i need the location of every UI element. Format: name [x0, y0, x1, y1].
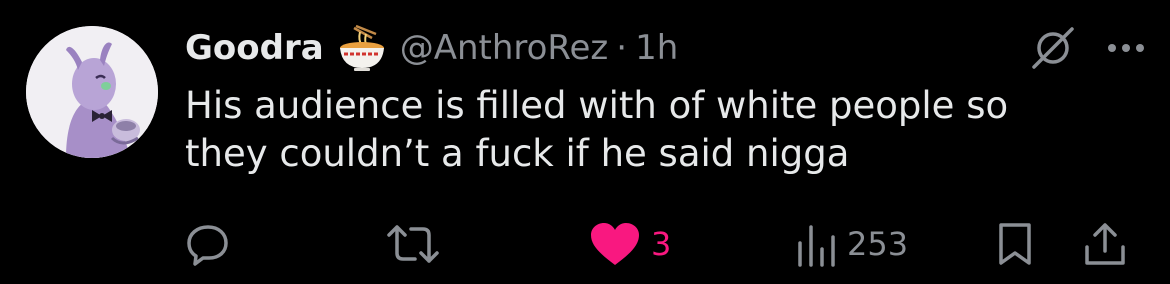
like-count: 3	[651, 225, 672, 263]
heart-filled-icon	[589, 221, 641, 267]
display-name[interactable]: Goodra	[185, 28, 324, 68]
goodra-avatar-image	[26, 26, 158, 158]
share-icon	[1083, 221, 1127, 267]
reply-button[interactable]	[185, 216, 231, 272]
views-count: 253	[847, 225, 909, 263]
retweet-icon	[385, 221, 441, 267]
grok-icon[interactable]	[1028, 23, 1078, 73]
like-button[interactable]: 3	[589, 216, 671, 272]
more-dots-icon[interactable]	[1106, 42, 1146, 54]
user-handle[interactable]: @AnthroRez	[400, 28, 609, 68]
tweet-header: Goodra @AnthroRez · 1h	[185, 22, 678, 74]
views-icon	[795, 221, 837, 267]
timestamp[interactable]: 1h	[635, 28, 678, 68]
share-button[interactable]	[1083, 216, 1127, 272]
avatar[interactable]	[26, 26, 158, 158]
bookmark-icon	[995, 221, 1035, 267]
reply-icon	[185, 221, 231, 267]
ramen-bowl-icon	[336, 24, 388, 72]
bookmark-button[interactable]	[995, 216, 1035, 272]
retweet-button[interactable]	[385, 216, 441, 272]
tweet-text-line: they couldn’t a fuck if he said nigga	[185, 132, 850, 175]
header-actions	[1028, 22, 1146, 74]
views-button[interactable]: 253	[795, 216, 908, 272]
tweet-text: His audience is filled with of white peo…	[185, 82, 1135, 178]
tweet-text-line: His audience is filled with of white peo…	[185, 84, 1009, 127]
separator-dot: ·	[616, 28, 628, 68]
action-bar: 3 253	[185, 216, 1140, 272]
